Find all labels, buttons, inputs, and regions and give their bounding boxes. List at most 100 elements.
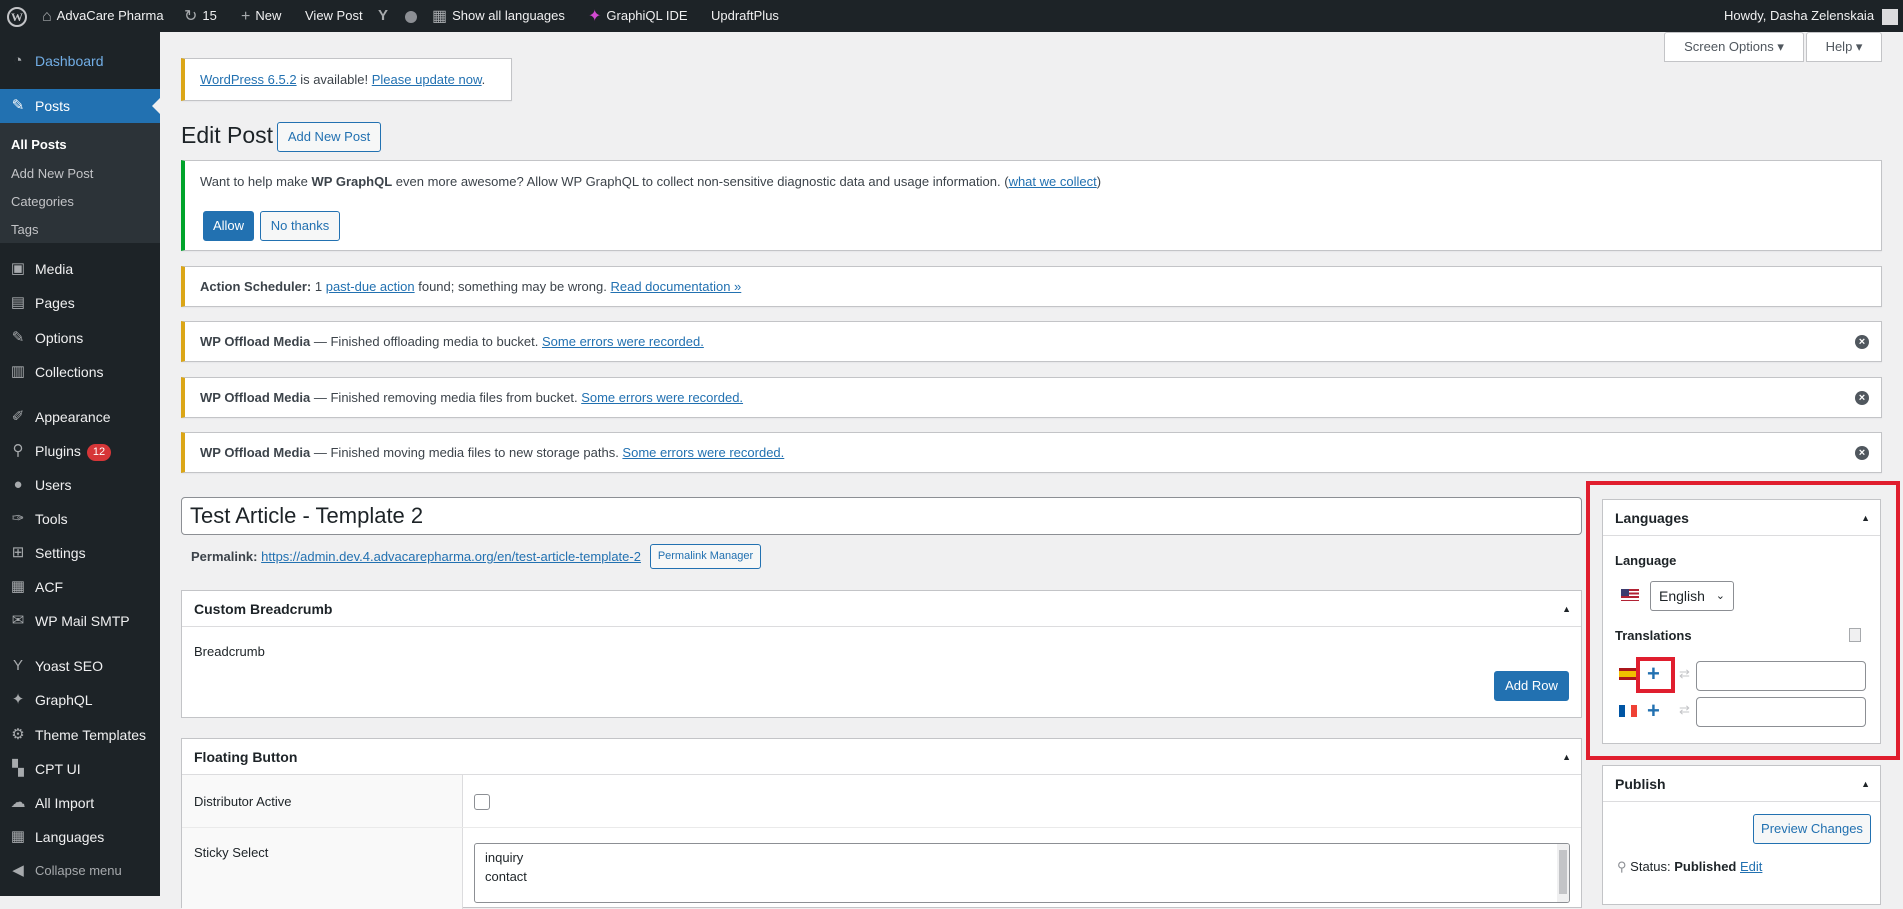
avatar (1881, 8, 1898, 25)
howdy-user-link[interactable]: Howdy, Dasha Zelenskaia (1724, 0, 1898, 32)
collapse-toggle-icon[interactable]: ▲ (1562, 591, 1571, 627)
pin-icon: ⚲ (1617, 859, 1627, 874)
submenu-all-posts[interactable]: All Posts (11, 135, 67, 155)
updates-icon: ↻ (184, 7, 198, 25)
permalink-url-link[interactable]: https://admin.dev.4.advacarepharma.org/e… (261, 549, 641, 564)
status-dot-icon[interactable] (405, 0, 417, 32)
import-icon: ☁ (10, 794, 26, 811)
menu-users[interactable]: ● Users (0, 468, 160, 502)
collapse-toggle-icon[interactable]: ▲ (1562, 739, 1571, 775)
update-notice: WordPress 6.5.2 is available! Please upd… (181, 58, 512, 101)
errors-recorded-link[interactable]: Some errors were recorded. (581, 390, 743, 405)
menu-cpt-ui[interactable]: ▚ CPT UI (0, 752, 160, 786)
wordpress-logo-icon[interactable]: W (7, 0, 27, 32)
site-name-link[interactable]: ⌂ AdvaCare Pharma (42, 0, 164, 32)
offload-notice: WP Offload Media — Finished moving media… (181, 432, 1882, 473)
yoast-icon: Y (12, 657, 23, 674)
field-divider (182, 827, 1581, 828)
help-button[interactable]: Help ▾ (1806, 32, 1882, 62)
sticky-select-listbox[interactable]: inquiry contact (474, 843, 1570, 903)
allow-button[interactable]: Allow (203, 211, 254, 241)
pin-icon: ✎ (11, 97, 25, 114)
menu-dashboard[interactable]: ◔ Dashboard (0, 44, 160, 78)
menu-tools[interactable]: ✑ Tools (0, 502, 160, 536)
custom-breadcrumb-title[interactable]: Custom Breadcrumb (182, 591, 1581, 627)
distributor-active-checkbox[interactable] (474, 794, 490, 810)
floating-button-box: Floating Button ▲ Distributor Active Sti… (181, 738, 1582, 909)
submenu-categories[interactable]: Categories (11, 192, 74, 212)
translate-icon: ▦ (432, 7, 448, 25)
collapse-toggle-icon[interactable]: ▲ (1861, 766, 1870, 802)
translate-icon: ▦ (10, 828, 26, 845)
menu-media[interactable]: ▣ Media (0, 252, 160, 286)
menu-settings[interactable]: ⊞ Settings (0, 536, 160, 570)
graphql-icon: ✦ (11, 691, 25, 708)
graphiql-ide-link[interactable]: ✦ GraphiQL IDE (588, 0, 688, 32)
collapse-icon: ◀ (12, 862, 24, 879)
dismiss-icon[interactable]: × (1855, 446, 1869, 460)
graphql-notice: Want to help make WP GraphQL even more a… (181, 160, 1882, 251)
past-due-action-link[interactable]: past-due action (326, 279, 415, 294)
menu-pages[interactable]: ▤ Pages (0, 286, 160, 320)
admin-sidebar: ◔ Dashboard ✎ Posts All Posts Add New Post… (0, 32, 160, 896)
cpt-icon: ▚ (12, 760, 24, 777)
wordpress-version-link[interactable]: WordPress 6.5.2 (200, 72, 297, 87)
yoast-icon[interactable]: Y (378, 0, 388, 32)
permalink-row: Permalink: https://admin.dev.4.advacarep… (191, 549, 641, 564)
new-content-link[interactable]: + New (241, 0, 281, 32)
menu-posts[interactable]: ✎ Posts (0, 89, 160, 123)
updraftplus-link[interactable]: UpdraftPlus (711, 0, 779, 32)
users-icon: ● (13, 476, 23, 493)
graphql-icon: ✦ (588, 7, 602, 25)
sticky-option[interactable]: contact (485, 867, 1559, 886)
dismiss-icon[interactable]: × (1855, 335, 1869, 349)
gear-icon: ⚙ (11, 726, 25, 743)
settings-icon: ⊞ (11, 544, 25, 561)
acf-icon: ▦ (10, 578, 26, 595)
dismiss-icon[interactable]: × (1855, 391, 1869, 405)
menu-languages[interactable]: ▦ Languages (0, 820, 160, 854)
menu-graphql[interactable]: ✦ GraphQL (0, 683, 160, 717)
plugins-icon: ⚲ (12, 442, 24, 459)
menu-acf[interactable]: ▦ ACF (0, 570, 160, 604)
show-all-languages-link[interactable]: ▦ Show all languages (432, 0, 565, 32)
menu-plugins[interactable]: ⚲ Plugins 12 (0, 434, 160, 468)
status-row: ⚲ Status: Published Edit (1617, 859, 1763, 874)
screen-options-button[interactable]: Screen Options ▾ (1664, 32, 1804, 62)
errors-recorded-link[interactable]: Some errors were recorded. (622, 445, 784, 460)
floating-button-title[interactable]: Floating Button (182, 739, 1581, 775)
view-post-link[interactable]: View Post (305, 0, 363, 32)
post-title-input[interactable]: Test Article - Template 2 (181, 497, 1582, 535)
errors-recorded-link[interactable]: Some errors were recorded. (542, 334, 704, 349)
read-documentation-link[interactable]: Read documentation » (610, 279, 741, 294)
collapse-menu-button[interactable]: ◀ Collapse menu (0, 854, 160, 888)
menu-all-import[interactable]: ☁ All Import (0, 786, 160, 820)
what-we-collect-link[interactable]: what we collect (1009, 174, 1097, 189)
please-update-link[interactable]: Please update now (372, 72, 482, 87)
submenu-tags[interactable]: Tags (11, 220, 38, 240)
menu-theme-templates[interactable]: ⚙ Theme Templates (0, 718, 160, 752)
menu-options[interactable]: ✎ Options (0, 321, 160, 355)
menu-appearance[interactable]: ✐ Appearance (0, 400, 160, 434)
add-row-button[interactable]: Add Row (1494, 671, 1569, 701)
add-new-post-button[interactable]: Add New Post (277, 122, 381, 152)
admin-bar: W ⌂ AdvaCare Pharma ↻ 15 + New View Post Y … (0, 0, 1903, 32)
languages-highlight-box (1586, 481, 1900, 760)
submenu-add-new-post[interactable]: Add New Post (11, 164, 93, 184)
permalink-manager-button[interactable]: Permalink Manager (650, 544, 761, 569)
sticky-option[interactable]: inquiry (485, 848, 1559, 867)
listbox-scrollbar[interactable] (1557, 844, 1569, 902)
dashboard-icon: ◔ (13, 52, 23, 69)
menu-yoast-seo[interactable]: Y Yoast SEO (0, 649, 160, 683)
edit-status-link[interactable]: Edit (1740, 859, 1762, 874)
media-icon: ▣ (10, 260, 26, 277)
distributor-active-label: Distributor Active (194, 794, 292, 809)
menu-collections[interactable]: ▥ Collections (0, 355, 160, 389)
posts-submenu: All Posts Add New Post Categories Tags (0, 123, 160, 243)
updates-link[interactable]: ↻ 15 (184, 0, 217, 32)
publish-title[interactable]: Publish (1603, 766, 1880, 802)
preview-changes-button[interactable]: Preview Changes (1753, 814, 1871, 844)
no-thanks-button[interactable]: No thanks (260, 211, 340, 241)
menu-wp-mail-smtp[interactable]: ✉ WP Mail SMTP (0, 604, 160, 638)
custom-breadcrumb-box: Custom Breadcrumb ▲ Breadcrumb Add Row (181, 590, 1582, 718)
